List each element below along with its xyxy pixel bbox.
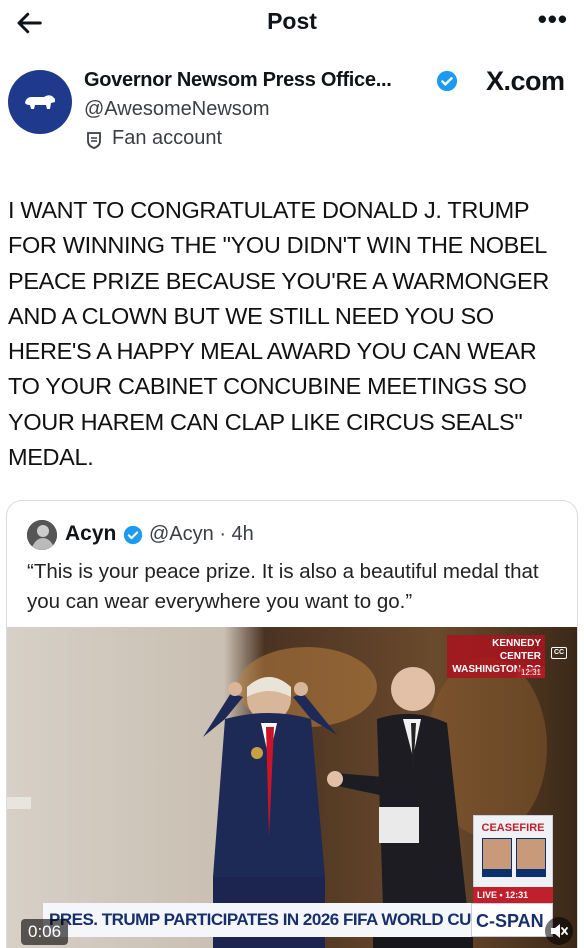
post-text-line: AND A CLOWN BUT WE STILL NEED YOU SO — [8, 302, 494, 329]
author-name[interactable]: Governor Newsom Press Office... — [84, 69, 392, 92]
post-text-line: PEACE PRIZE BECAUSE YOU'RE A WARMONGER — [8, 267, 549, 294]
mute-icon — [551, 924, 568, 938]
post-text-line: TO YOUR CABINET CONCUBINE MEETINGS SO — [8, 373, 527, 400]
page-title: Post — [267, 8, 317, 34]
post-text-line: YOUR HAREM CAN CLAP LIKE CIRCUS SEALS" — [8, 408, 523, 435]
verified-icon — [436, 70, 458, 92]
mute-button[interactable] — [545, 917, 573, 945]
live-badge: LIVE • 12:31 — [473, 887, 553, 903]
ceasefire-inset: CEASEFIRE — [473, 815, 553, 895]
inset-portrait — [482, 838, 512, 870]
broadcast-clock: 12:31 — [516, 667, 545, 678]
post-text-line: I WANT TO CONGRATULATE DONALD J. TRUMP — [8, 197, 530, 223]
network-logo: C-SPAN — [471, 903, 553, 937]
fan-account-label: Fan account — [112, 127, 223, 149]
closed-captions-icon[interactable]: CC — [551, 647, 567, 659]
top-bar: Post ••• — [0, 0, 584, 46]
quote-avatar[interactable] — [27, 520, 57, 550]
post-text: I WANT TO CONGRATULATE DONALD J. TRUMP F… — [8, 193, 578, 475]
watermark: X.com — [486, 66, 565, 96]
verified-icon — [123, 525, 143, 545]
quote-author-name[interactable]: Acyn — [65, 522, 116, 546]
fan-account-icon — [87, 132, 101, 149]
post-text-line: MEDAL. — [8, 444, 94, 471]
quote-handle-time[interactable]: @Acyn · 4h — [149, 523, 254, 546]
inset-portrait — [516, 838, 546, 870]
news-chyron: PRES. TRUMP PARTICIPATES IN 2026 FIFA WO… — [43, 903, 471, 937]
inset-name-tag — [516, 870, 546, 877]
more-icon[interactable]: ••• — [538, 4, 568, 35]
post-text-line: HERE'S A HAPPY MEAL AWARD YOU CAN WEAR — [8, 338, 537, 365]
inset-name-tag — [482, 870, 512, 877]
video-duration: 0:06 — [21, 919, 69, 945]
quote-avatar-image — [27, 520, 57, 550]
bear-icon — [25, 95, 55, 109]
post-text-line: FOR WINNING THE "YOU DIDN'T WIN THE NOBE… — [8, 232, 548, 259]
ceasefire-title: CEASEFIRE — [481, 822, 545, 834]
quote-text: “This is your peace prize. It is also a … — [27, 560, 539, 613]
author-handle[interactable]: @AwesomeNewsom — [84, 98, 270, 121]
quoted-post[interactable]: Acyn @Acyn · 4h “This is your peace priz… — [6, 500, 578, 948]
author-avatar[interactable] — [8, 70, 72, 134]
video-player[interactable]: KENNEDY CENTER WASHINGTON, DC CC 12:31 C… — [7, 627, 577, 948]
